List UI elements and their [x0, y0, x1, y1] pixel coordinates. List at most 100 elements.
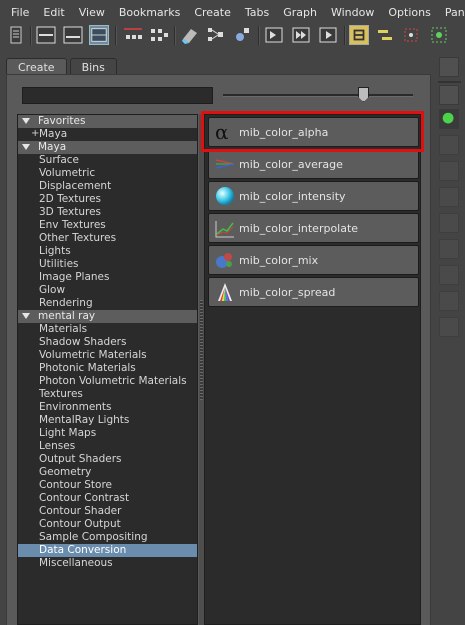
tab-create[interactable]: Create [6, 58, 67, 75]
tree-item-label: Sample Compositing [39, 531, 148, 543]
add-selected-icon[interactable] [232, 25, 252, 45]
tree-item[interactable]: Glow [18, 284, 197, 297]
tree-item[interactable]: + Maya [18, 128, 197, 141]
tree-item-label: Favorites [38, 115, 86, 127]
tree-item[interactable]: Light Maps [18, 427, 197, 440]
tree-category-header[interactable]: mental ray [18, 310, 197, 323]
tree-item[interactable]: Image Planes [18, 271, 197, 284]
tree-item-label: Maya [39, 128, 68, 140]
tree-item[interactable]: Shadow Shaders [18, 336, 197, 349]
mix-icon [214, 249, 236, 271]
tree-category-header[interactable]: Favorites [18, 115, 197, 128]
tree-item[interactable]: Materials [18, 323, 197, 336]
disabled-icon [439, 213, 459, 233]
tree-item-label: Contour Store [39, 479, 113, 491]
tree-item[interactable]: Output Shaders [18, 453, 197, 466]
expand-arrow-icon[interactable] [22, 118, 30, 124]
layout-single-icon[interactable] [36, 25, 56, 45]
tree-item[interactable]: Volumetric [18, 167, 197, 180]
shader-button-mib-color-interpolate[interactable]: mib_color_interpolate [208, 213, 419, 243]
menu-view[interactable]: View [72, 0, 112, 23]
tree-item[interactable]: 2D Textures [18, 193, 197, 206]
expand-arrow-icon[interactable] [22, 144, 30, 150]
tree-item[interactable]: Geometry [18, 466, 197, 479]
menu-create[interactable]: Create [187, 0, 238, 23]
tree-item-label: Displacement [39, 180, 112, 192]
tree-item-label: Surface [39, 154, 80, 166]
graph-input-output-icon[interactable] [122, 25, 144, 45]
tree-item-label: Glow [39, 284, 66, 296]
graph-network-icon[interactable] [148, 25, 170, 45]
tree-item[interactable]: Textures [18, 388, 197, 401]
search-input[interactable] [22, 87, 213, 104]
tree-item[interactable]: Contour Store [18, 479, 197, 492]
grid-icon[interactable] [401, 25, 421, 45]
layout-split-icon[interactable] [63, 25, 83, 45]
tab-bins[interactable]: Bins [69, 58, 117, 75]
tree-item-label: Maya [38, 141, 67, 153]
tree-item[interactable]: Environments [18, 401, 197, 414]
tree-item[interactable]: Sample Compositing [18, 531, 197, 544]
shader-button-mib-color-spread[interactable]: mib_color_spread [208, 277, 419, 307]
icon-size-slider[interactable] [223, 94, 413, 97]
tree-item[interactable]: 3D Textures [18, 206, 197, 219]
menu-options[interactable]: Options [381, 0, 437, 23]
tree-item[interactable]: MentalRay Lights [18, 414, 197, 427]
menu-window[interactable]: Window [324, 0, 381, 23]
tree-item[interactable]: Contour Output [18, 518, 197, 531]
map-both-icon[interactable] [291, 25, 311, 45]
tree-item[interactable]: Contour Shader [18, 505, 197, 518]
shader-library-icon[interactable] [6, 25, 26, 45]
snap-grid-icon[interactable] [429, 25, 449, 45]
toolbar-separator [344, 26, 346, 45]
disabled-icon [439, 317, 459, 337]
tree-item[interactable]: Utilities [18, 258, 197, 271]
intensity-sphere-icon [214, 185, 236, 207]
shader-button-mib-color-average[interactable]: mib_color_average [208, 149, 419, 179]
highlight-box [201, 111, 424, 152]
grid-view-icon[interactable] [439, 57, 459, 77]
menu-panels[interactable]: Panels [438, 0, 465, 23]
map-input-icon[interactable] [264, 25, 284, 45]
shader-button-mib-color-mix[interactable]: mib_color_mix [208, 245, 419, 275]
tree-item[interactable]: Lights [18, 245, 197, 258]
menu-graph[interactable]: Graph [276, 0, 324, 23]
tree-item[interactable]: Surface [18, 154, 197, 167]
tree-item[interactable]: Miscellaneous [18, 557, 197, 570]
expand-arrow-icon[interactable] [22, 313, 30, 319]
layout-active-icon[interactable] [89, 25, 109, 45]
tree-item[interactable]: Displacement [18, 180, 197, 193]
tree-item[interactable]: Photon Volumetric Materials [18, 375, 197, 388]
tree-item[interactable]: Photonic Materials [18, 362, 197, 375]
rearrange-graph-icon[interactable] [206, 25, 226, 45]
menu-bookmarks[interactable]: Bookmarks [112, 0, 187, 23]
tree-item-label: Output Shaders [39, 453, 122, 465]
menu-tabs[interactable]: Tabs [238, 0, 276, 23]
menu-file[interactable]: File [4, 0, 36, 23]
tree-item-label: Volumetric [39, 167, 96, 179]
list-view-icon[interactable] [439, 85, 459, 105]
disabled-icon [439, 291, 459, 311]
tree-item[interactable]: Data Conversion [18, 544, 197, 557]
shader-button-mib-color-intensity[interactable]: mib_color_intensity [208, 181, 419, 211]
clear-graph-icon[interactable] [180, 25, 200, 45]
tree-item[interactable]: Other Textures [18, 232, 197, 245]
green-light-icon[interactable] [439, 109, 459, 129]
tree-item[interactable]: Contour Contrast [18, 492, 197, 505]
pane-divider-grip[interactable] [200, 300, 203, 400]
tree-item[interactable]: Lenses [18, 440, 197, 453]
tree-category-header[interactable]: Maya [18, 141, 197, 154]
attribute-icon[interactable] [375, 25, 395, 45]
map-output-icon[interactable] [318, 25, 338, 45]
shader-label: mib_color_average [239, 157, 343, 171]
tree-item-label: 3D Textures [39, 206, 102, 218]
toggle-filter-icon[interactable] [349, 25, 369, 45]
tree-item-label: MentalRay Lights [39, 414, 130, 426]
shader-label: mib_color_intensity [239, 189, 346, 203]
menu-edit[interactable]: Edit [36, 0, 71, 23]
tree-item[interactable]: Volumetric Materials [18, 349, 197, 362]
disabled-icon [439, 187, 459, 207]
tree-item[interactable]: Rendering [18, 297, 197, 310]
tree-item[interactable]: Env Textures [18, 219, 197, 232]
shader-list: α mib_color_alpha mib_color_average mib_col… [204, 114, 421, 625]
